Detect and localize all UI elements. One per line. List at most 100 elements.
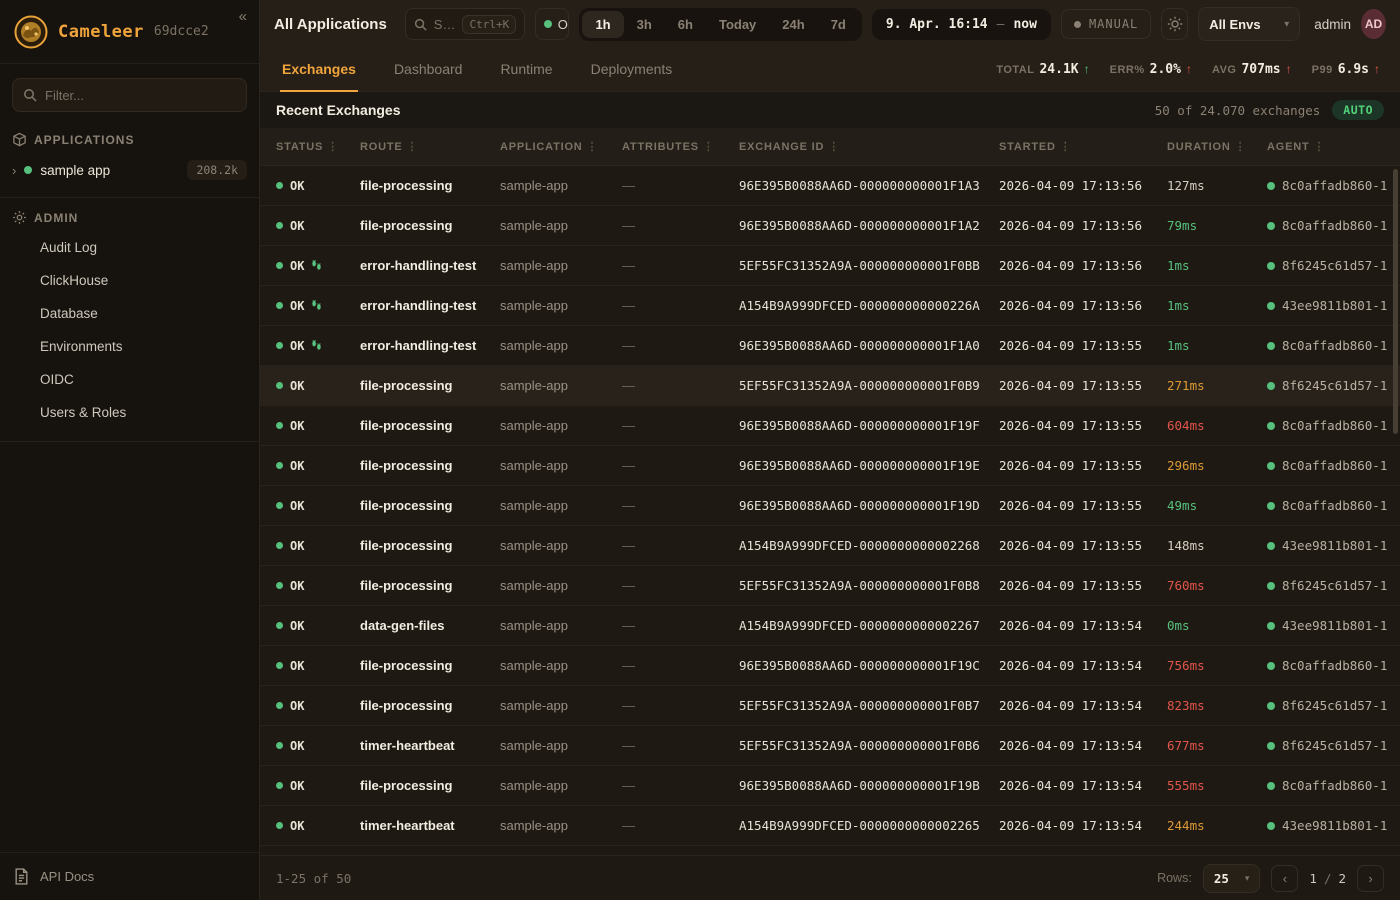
rows-per-page-label: Rows: xyxy=(1157,871,1192,885)
trend-up-icon: ↑ xyxy=(1286,62,1292,76)
started-cell: 2026-04-09 17:13:54 xyxy=(999,738,1167,753)
column-header-exchange-id[interactable]: EXCHANGE ID⋮ xyxy=(739,140,999,153)
column-header-attributes[interactable]: ATTRIBUTES⋮ xyxy=(622,140,739,153)
time-range-3h[interactable]: 3h xyxy=(624,11,665,38)
table-row[interactable]: OK file-processing sample-app — 96E395B0… xyxy=(260,446,1400,486)
chevron-right-icon[interactable]: › xyxy=(12,163,16,178)
table-row[interactable]: OK file-processing sample-app — 96E395B0… xyxy=(260,206,1400,246)
agent-id: 43ee9811b801-1 xyxy=(1282,298,1387,313)
sort-icon: ⋮ xyxy=(1314,141,1326,153)
column-header-application[interactable]: APPLICATION⋮ xyxy=(500,140,622,153)
time-range-24h[interactable]: 24h xyxy=(769,11,817,38)
sort-icon: ⋮ xyxy=(407,141,419,153)
column-header-route[interactable]: ROUTE⋮ xyxy=(360,140,500,153)
table-row[interactable]: OK file-processing sample-app — 5EF55FC3… xyxy=(260,686,1400,726)
total-pages: 2 xyxy=(1338,871,1346,886)
table-row[interactable]: OK file-processing sample-app — 96E395B0… xyxy=(260,166,1400,206)
auto-refresh-badge[interactable]: AUTO xyxy=(1332,100,1384,120)
table-row[interactable]: OK file-processing sample-app — 96E395B0… xyxy=(260,486,1400,526)
application-cell: sample-app xyxy=(500,818,622,833)
table-row[interactable]: OK error-handling-test sample-app — A154… xyxy=(260,286,1400,326)
status-label: OK xyxy=(290,219,304,233)
agent-id: 8c0affadb860-1 xyxy=(1282,178,1387,193)
table-row[interactable]: OK file-processing sample-app — 96E395B0… xyxy=(260,646,1400,686)
column-header-started[interactable]: STARTED⋮ xyxy=(999,140,1167,153)
env-select[interactable]: All Envs ▾ xyxy=(1198,7,1300,41)
exchange-id-cell: 96E395B0088AA6D-000000000001F1A0 xyxy=(739,338,999,353)
app-count-badge: 208.2k xyxy=(187,160,247,180)
table-row[interactable]: OK error-handling-test sample-app — 5EF5… xyxy=(260,246,1400,286)
trend-up-icon: ↑ xyxy=(1084,62,1090,76)
agent-cell: 8c0affadb860-1 xyxy=(1267,658,1390,673)
date-range-display[interactable]: 9. Apr. 16:14 – now xyxy=(872,9,1051,40)
started-cell: 2026-04-09 17:13:55 xyxy=(999,338,1167,353)
time-range-1h[interactable]: 1h xyxy=(582,11,623,38)
page-indicator: 1 / 2 xyxy=(1309,871,1346,886)
theme-toggle-button[interactable] xyxy=(1161,8,1188,40)
user-avatar[interactable]: AD xyxy=(1361,9,1386,39)
table-row[interactable]: OK file-processing sample-app — 5EF55FC3… xyxy=(260,566,1400,606)
column-header-duration[interactable]: DURATION⋮ xyxy=(1167,140,1267,153)
status-cell: OK xyxy=(276,499,360,513)
prev-page-button[interactable]: ‹ xyxy=(1271,865,1298,892)
time-range-7d[interactable]: 7d xyxy=(818,11,859,38)
tab-dashboard[interactable]: Dashboard xyxy=(392,48,465,92)
sidebar-item-users-roles[interactable]: Users & Roles xyxy=(0,396,259,429)
tab-exchanges[interactable]: Exchanges xyxy=(280,48,358,92)
sidebar-collapse-icon[interactable]: « xyxy=(239,8,247,25)
route-cell: error-handling-test xyxy=(360,298,500,313)
started-cell: 2026-04-09 17:13:55 xyxy=(999,418,1167,433)
sidebar-item-database[interactable]: Database xyxy=(0,297,259,330)
exchange-id-cell: 96E395B0088AA6D-000000000001F19D xyxy=(739,498,999,513)
sidebar-item-clickhouse[interactable]: ClickHouse xyxy=(0,264,259,297)
table-row[interactable]: OK timer-heartbeat sample-app — 5EF55FC3… xyxy=(260,726,1400,766)
vertical-scrollbar[interactable] xyxy=(1393,169,1398,434)
table-row[interactable]: OK file-processing sample-app — A154B9A9… xyxy=(260,526,1400,566)
sidebar-item-sample-app[interactable]: › sample app 208.2k xyxy=(0,153,259,187)
table-row[interactable]: OK file-processing sample-app — 96E395B0… xyxy=(260,406,1400,446)
started-cell: 2026-04-09 17:13:56 xyxy=(999,258,1167,273)
table-row[interactable]: OK error-handling-test sample-app — 96E3… xyxy=(260,326,1400,366)
table-row[interactable]: OK timer-heartbeat sample-app — A154B9A9… xyxy=(260,806,1400,846)
admin-nav: Audit Log ClickHouse Database Environmen… xyxy=(0,231,259,429)
sidebar-item-oidc[interactable]: OIDC xyxy=(0,363,259,396)
status-label: OK xyxy=(290,499,304,513)
app-window: Cameleer 69dcce2 « Filter... APPLICATION… xyxy=(0,0,1400,900)
route-cell: file-processing xyxy=(360,178,500,193)
agent-id: 8f6245c61d57-1 xyxy=(1282,578,1387,593)
started-cell: 2026-04-09 17:13:54 xyxy=(999,818,1167,833)
sidebar-filter-input[interactable]: Filter... xyxy=(12,78,247,112)
time-range-6h[interactable]: 6h xyxy=(665,11,706,38)
agent-status-dot xyxy=(1267,302,1275,310)
table-row[interactable]: OK data-gen-files sample-app — A154B9A99… xyxy=(260,606,1400,646)
table-row[interactable]: OK file-processing sample-app — 5EF55FC3… xyxy=(260,366,1400,406)
sidebar-item-audit-log[interactable]: Audit Log xyxy=(0,231,259,264)
attributes-cell: — xyxy=(622,818,739,833)
sidebar-item-environments[interactable]: Environments xyxy=(0,330,259,363)
rows-per-page-select[interactable]: 25 ▾ xyxy=(1203,864,1261,893)
time-range-today[interactable]: Today xyxy=(706,11,769,38)
exchange-id-cell: 96E395B0088AA6D-000000000001F19F xyxy=(739,418,999,433)
table-footer: 1-25 of 50 Rows: 25 ▾ ‹ 1 / 2 › xyxy=(260,855,1400,900)
online-status-pill[interactable]: O xyxy=(535,8,570,40)
agent-status-dot xyxy=(1267,702,1275,710)
tab-deployments[interactable]: Deployments xyxy=(589,48,675,92)
manual-dot-icon xyxy=(1074,21,1081,28)
column-header-status[interactable]: STATUS⋮ xyxy=(276,140,360,153)
admin-section-label: ADMIN xyxy=(0,200,259,231)
route-cell: error-handling-test xyxy=(360,258,500,273)
tabs-bar: Exchanges Dashboard Runtime Deployments … xyxy=(260,48,1400,92)
table-row[interactable]: OK file-processing sample-app — 96E395B0… xyxy=(260,766,1400,806)
duration-cell: 1ms xyxy=(1167,258,1267,273)
next-page-button[interactable]: › xyxy=(1357,865,1384,892)
global-search-input[interactable]: S… Ctrl+K xyxy=(405,8,525,40)
started-cell: 2026-04-09 17:13:54 xyxy=(999,658,1167,673)
api-docs-link[interactable]: API Docs xyxy=(0,852,259,900)
column-header-agent[interactable]: AGENT⋮ xyxy=(1267,140,1390,153)
manual-refresh-button[interactable]: MANUAL xyxy=(1061,9,1151,39)
tab-runtime[interactable]: Runtime xyxy=(498,48,554,92)
status-cell: OK xyxy=(276,699,360,713)
status-cell: OK xyxy=(276,219,360,233)
started-cell: 2026-04-09 17:13:56 xyxy=(999,298,1167,313)
duration-cell: 127ms xyxy=(1167,178,1267,193)
